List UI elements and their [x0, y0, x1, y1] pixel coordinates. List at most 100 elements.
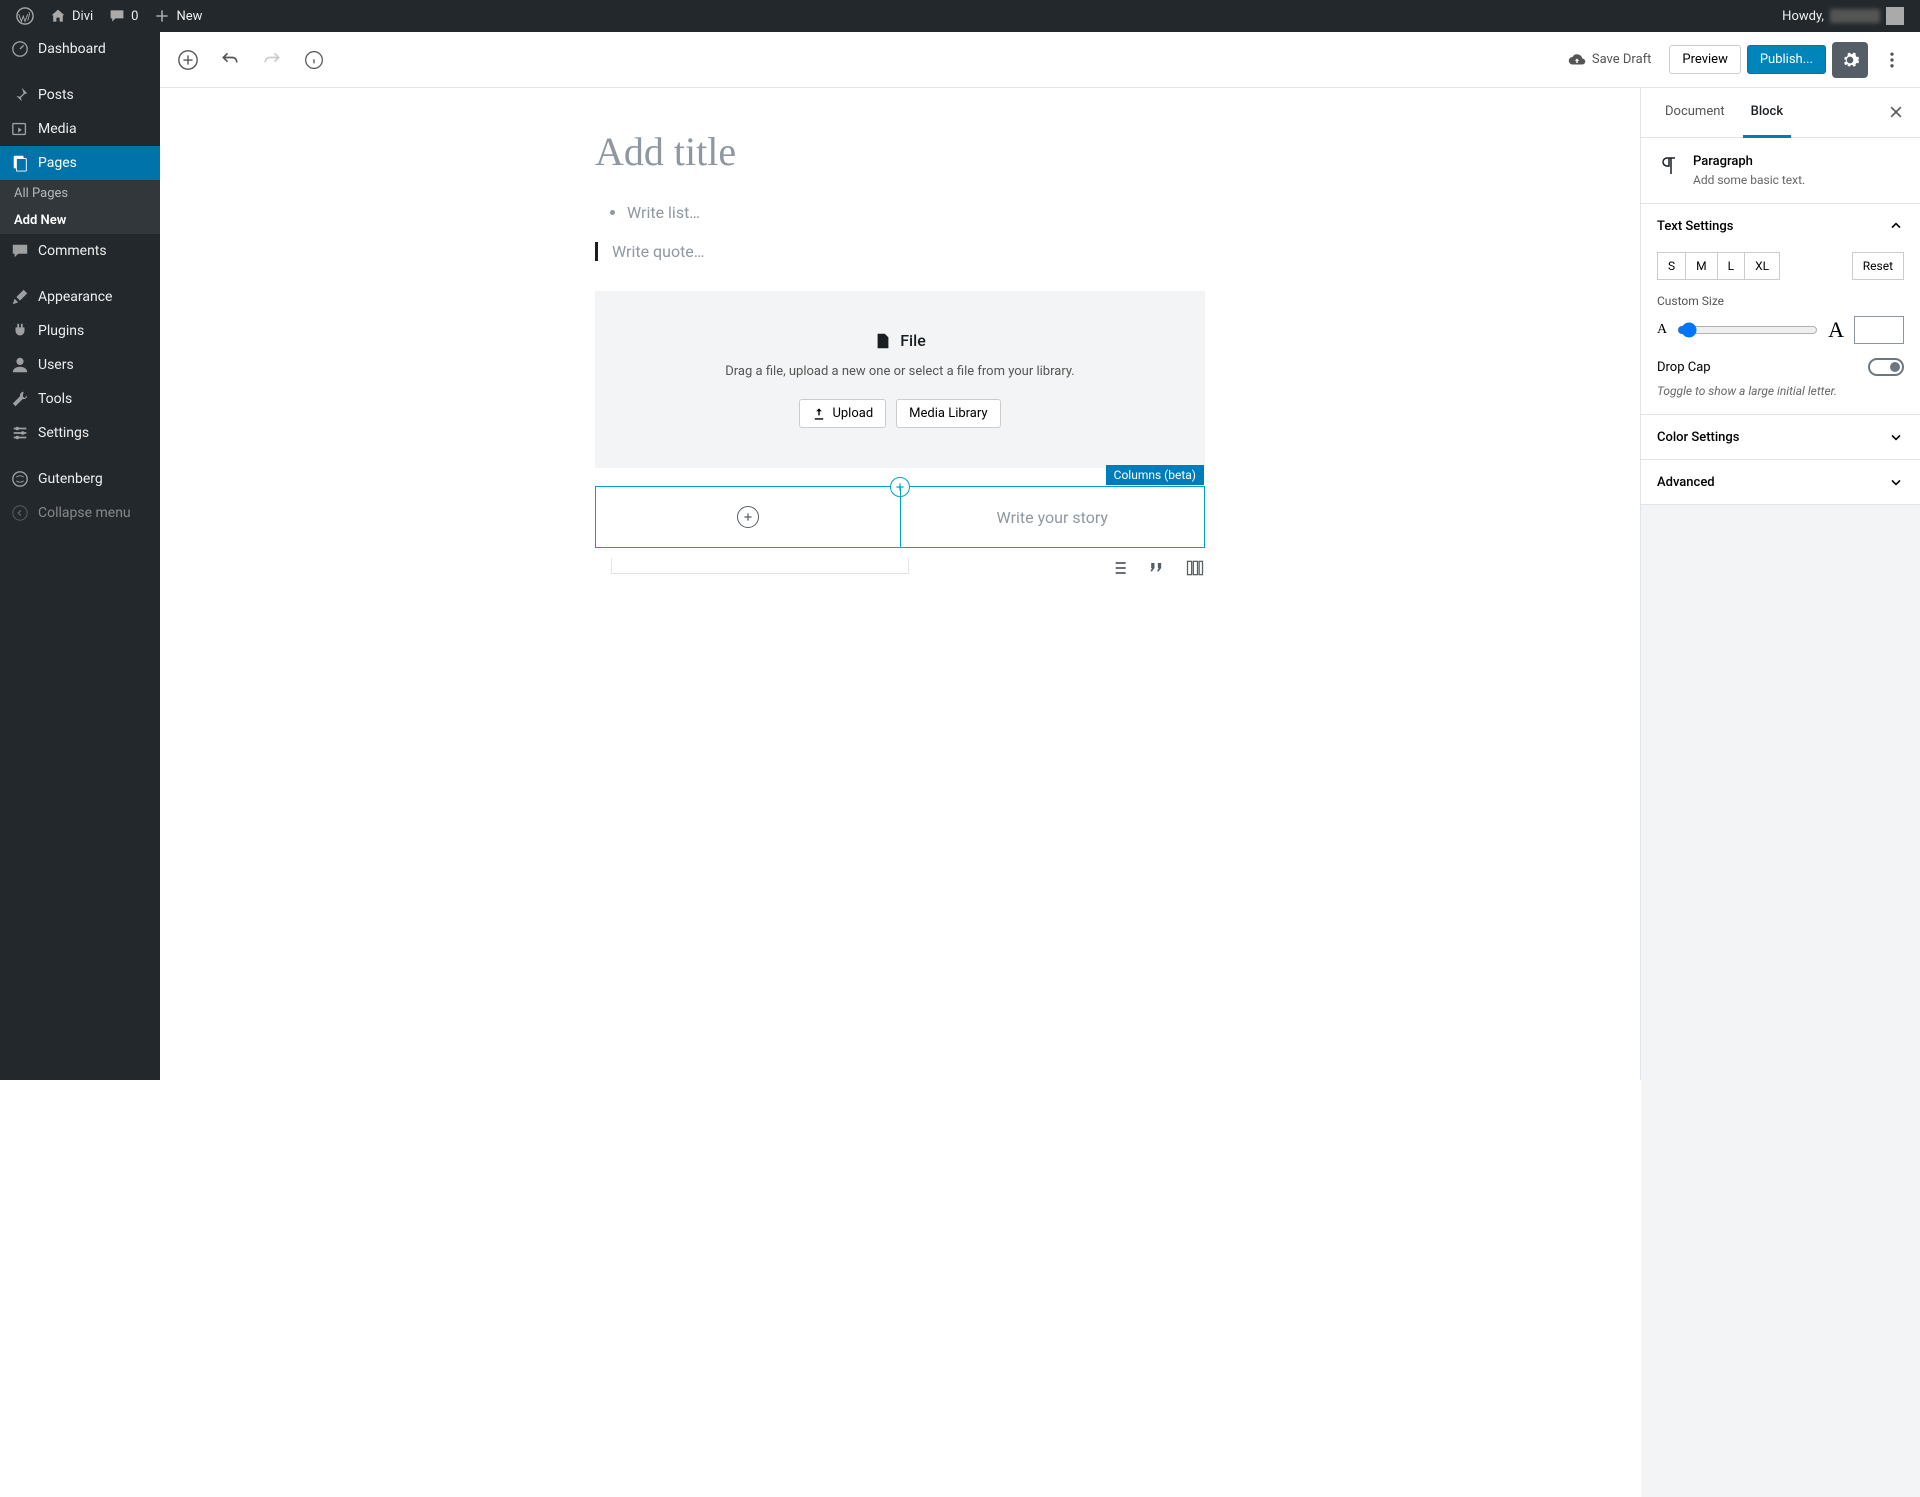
comments-count: 0	[131, 9, 138, 24]
gear-icon	[1840, 50, 1860, 70]
plus-icon	[154, 8, 170, 24]
custom-size-input[interactable]	[1854, 316, 1904, 344]
panel-text-settings-toggle[interactable]: Text Settings	[1641, 204, 1920, 248]
avatar	[1886, 7, 1904, 25]
settings-toggle-button[interactable]	[1832, 42, 1868, 78]
sidebar-item-users[interactable]: Users	[0, 348, 160, 382]
collapse-icon	[10, 504, 30, 522]
pages-icon	[10, 154, 30, 172]
file-block-title: File	[900, 331, 926, 350]
insert-quote-button[interactable]	[1147, 558, 1167, 578]
sidebar-submenu-pages: All Pages Add New	[0, 180, 160, 234]
column-placeholder[interactable]: Write your story	[997, 508, 1108, 527]
close-inspector-button[interactable]	[1884, 100, 1908, 124]
insert-columns-button[interactable]	[1185, 558, 1205, 578]
panel-advanced-toggle[interactable]: Advanced	[1641, 460, 1920, 504]
save-draft-label: Save Draft	[1592, 52, 1652, 67]
column-add-button[interactable]	[737, 506, 759, 528]
sidebar-item-settings[interactable]: Settings	[0, 416, 160, 450]
wp-logo[interactable]	[8, 0, 42, 32]
paragraph-icon	[1657, 154, 1681, 178]
font-size-xl[interactable]: XL	[1745, 252, 1780, 280]
info-button[interactable]	[296, 42, 332, 78]
block-name: Paragraph	[1693, 154, 1805, 169]
sidebar-item-pages[interactable]: Pages	[0, 146, 160, 180]
close-icon	[1888, 104, 1904, 120]
font-size-l[interactable]: L	[1718, 252, 1745, 280]
sidebar-item-dashboard[interactable]: Dashboard	[0, 32, 160, 66]
media-icon	[10, 120, 30, 138]
media-library-button[interactable]: Media Library	[896, 399, 1000, 428]
sidebar-item-comments[interactable]: Comments	[0, 234, 160, 268]
font-size-m[interactable]: M	[1686, 252, 1717, 280]
sidebar-item-appearance[interactable]: Appearance	[0, 280, 160, 314]
sidebar-item-label: Users	[38, 357, 74, 373]
brush-icon	[10, 288, 30, 306]
sliders-icon	[10, 424, 30, 442]
home-icon	[50, 8, 66, 24]
sidebar-sub-add-new[interactable]: Add New	[0, 207, 160, 234]
new-content-link[interactable]: New	[146, 0, 210, 32]
a-large-icon: A	[1828, 317, 1844, 343]
sidebar-item-collapse[interactable]: Collapse menu	[0, 496, 160, 530]
undo-icon	[220, 50, 240, 70]
sidebar-item-label: Plugins	[38, 323, 84, 339]
username-obscured	[1830, 9, 1880, 23]
drop-cap-description: Toggle to show a large initial letter.	[1657, 384, 1904, 398]
font-size-s[interactable]: S	[1657, 252, 1686, 280]
account-link[interactable]: Howdy,	[1774, 0, 1912, 32]
custom-size-slider[interactable]	[1677, 322, 1818, 338]
editor-canvas[interactable]: Add title Write list… Write quote… File …	[160, 88, 1640, 1080]
comments-link[interactable]: 0	[101, 0, 146, 32]
user-icon	[10, 356, 30, 374]
plus-icon	[742, 511, 754, 523]
editor-toolbar: Save Draft Preview Publish...	[160, 32, 1920, 88]
comment-icon	[10, 242, 30, 260]
editor: Save Draft Preview Publish... Add title …	[160, 32, 1920, 1080]
sidebar-item-posts[interactable]: Posts	[0, 78, 160, 112]
plug-icon	[10, 322, 30, 340]
sidebar-item-tools[interactable]: Tools	[0, 382, 160, 416]
ellipsis-vertical-icon	[1882, 50, 1902, 70]
new-label: New	[176, 9, 202, 24]
list-block[interactable]: Write list…	[595, 203, 1205, 222]
panel-color-settings: Color Settings	[1641, 415, 1920, 460]
quote-block[interactable]: Write quote…	[595, 242, 1205, 261]
font-size-reset[interactable]: Reset	[1852, 252, 1904, 280]
panel-color-settings-toggle[interactable]: Color Settings	[1641, 415, 1920, 459]
sidebar-item-media[interactable]: Media	[0, 112, 160, 146]
undo-button[interactable]	[212, 42, 248, 78]
sidebar-item-label: Pages	[38, 155, 77, 171]
post-title-input[interactable]: Add title	[595, 128, 1205, 175]
sidebar-item-label: Settings	[38, 425, 89, 441]
columns-block[interactable]: Columns (beta) Write your story	[595, 486, 1205, 548]
dashboard-icon	[10, 40, 30, 58]
upload-button[interactable]: Upload	[799, 399, 886, 428]
site-name-link[interactable]: Divi	[42, 0, 101, 32]
plus-circle-icon	[177, 49, 199, 71]
sidebar-item-label: Gutenberg	[38, 471, 103, 487]
column-1[interactable]	[596, 487, 901, 547]
sidebar-sub-all-pages[interactable]: All Pages	[0, 180, 160, 207]
more-menu-button[interactable]	[1874, 42, 1910, 78]
insert-list-button[interactable]	[1109, 558, 1129, 578]
file-icon	[874, 332, 892, 350]
sidebar-item-label: Collapse menu	[38, 505, 131, 521]
tab-block[interactable]: Block	[1743, 88, 1791, 138]
list-item-placeholder[interactable]: Write list…	[627, 203, 1205, 222]
preview-button[interactable]: Preview	[1669, 45, 1740, 74]
wrench-icon	[10, 390, 30, 408]
save-draft-button[interactable]: Save Draft	[1556, 45, 1664, 75]
drop-cap-toggle[interactable]	[1868, 358, 1904, 376]
list-icon	[1109, 558, 1129, 578]
pin-icon	[10, 86, 30, 104]
sidebar-item-label: Dashboard	[38, 41, 106, 57]
sidebar-item-gutenberg[interactable]: Gutenberg	[0, 462, 160, 496]
column-2[interactable]: Write your story	[901, 487, 1205, 547]
add-block-button[interactable]	[170, 42, 206, 78]
redo-button[interactable]	[254, 42, 290, 78]
file-block[interactable]: File Drag a file, upload a new one or se…	[595, 291, 1205, 468]
publish-button[interactable]: Publish...	[1747, 45, 1826, 74]
tab-document[interactable]: Document	[1657, 88, 1733, 138]
sidebar-item-plugins[interactable]: Plugins	[0, 314, 160, 348]
